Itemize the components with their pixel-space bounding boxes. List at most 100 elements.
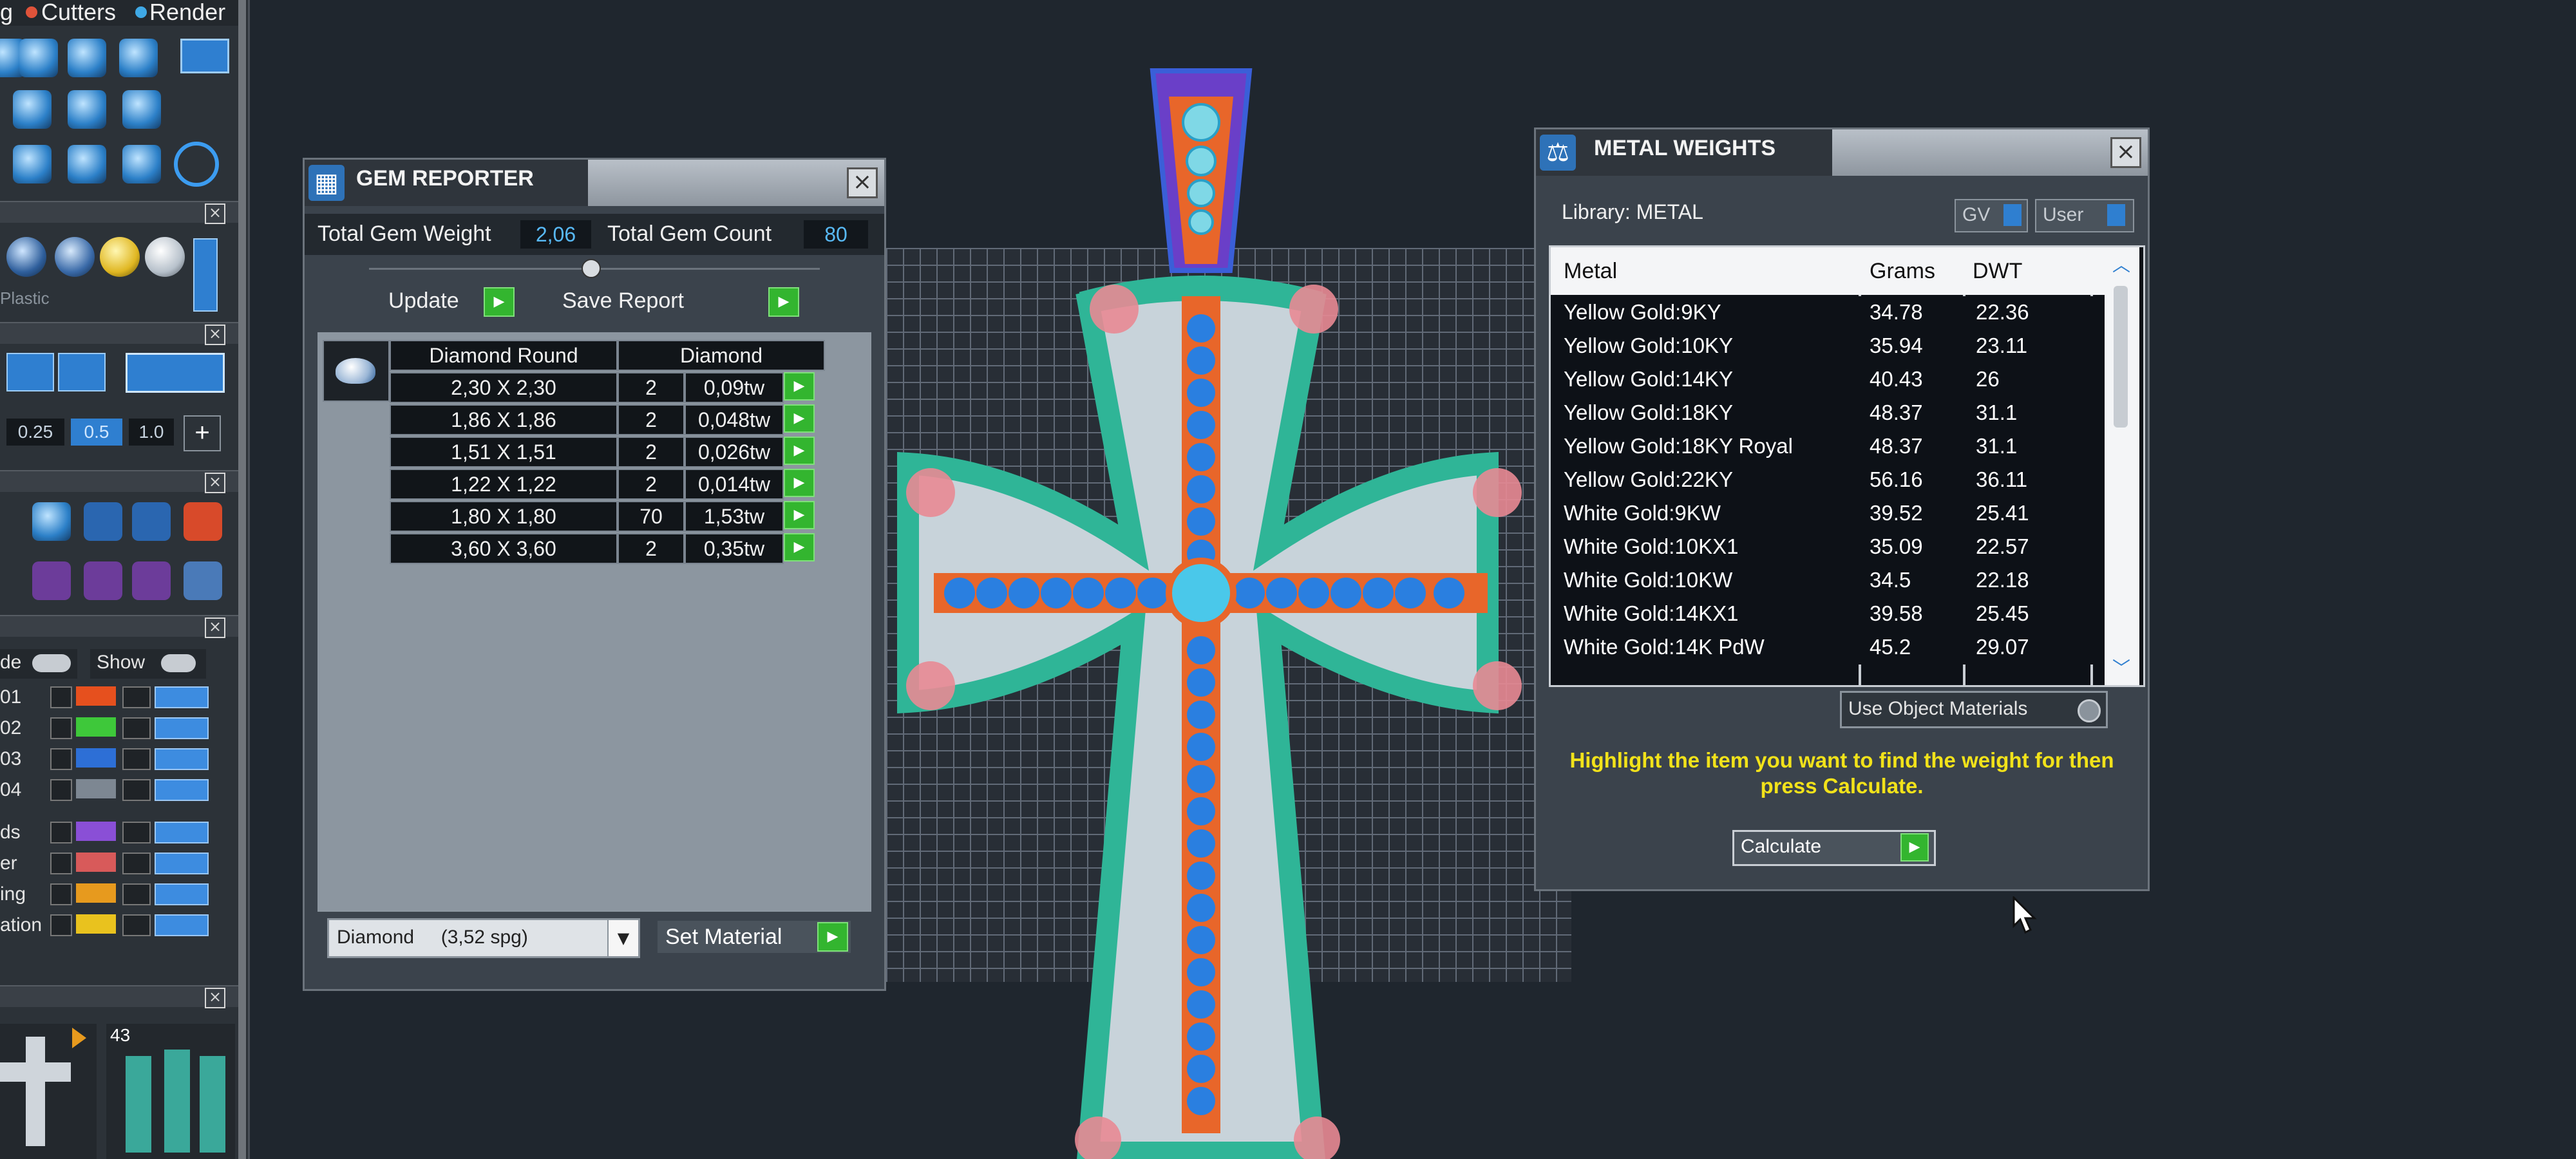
- layer-row[interactable]: er: [0, 850, 213, 876]
- layer-visibility-bar[interactable]: [155, 717, 209, 739]
- material-select[interactable]: Diamond (3,52 spg) ▼: [327, 918, 640, 958]
- stone-tool-icon[interactable]: [32, 561, 71, 600]
- prong-tool-icon[interactable]: [180, 39, 229, 73]
- lock-icon[interactable]: [122, 914, 151, 936]
- lock-icon[interactable]: [122, 822, 151, 843]
- select-gem-button[interactable]: ▶: [784, 404, 815, 433]
- snap-middle-icon[interactable]: [58, 353, 106, 391]
- metal-row[interactable]: Yellow Gold:18KY Royal 48.37 31.1: [1551, 430, 2105, 464]
- chevron-down-icon[interactable]: ﹀: [2112, 654, 2130, 680]
- snap-active-icon[interactable]: [126, 353, 225, 393]
- show-toggle[interactable]: Show: [90, 649, 206, 679]
- bail-tool-icon[interactable]: [68, 39, 106, 77]
- tab-render[interactable]: Render: [149, 0, 225, 26]
- lock-icon[interactable]: [122, 883, 151, 905]
- toolbar-divider[interactable]: [238, 0, 246, 1159]
- layer-row[interactable]: 02: [0, 715, 213, 740]
- gv-button[interactable]: GV: [1955, 199, 2028, 232]
- column-header-dwt[interactable]: DWT: [1973, 259, 2022, 284]
- select-gem-button[interactable]: ▶: [784, 501, 815, 529]
- silver-sphere-icon[interactable]: [145, 237, 185, 277]
- layer-visibility-bar[interactable]: [155, 883, 209, 905]
- close-icon[interactable]: ×: [205, 617, 225, 638]
- metal-row[interactable]: Yellow Gold:9KY 34.78 22.36: [1551, 296, 2105, 330]
- metal-row[interactable]: Yellow Gold:10KY 35.94 23.11: [1551, 330, 2105, 363]
- step-field[interactable]: 1.0: [129, 419, 174, 446]
- metal-row[interactable]: White Gold:14K PdW 45.2 29.07: [1551, 631, 2105, 664]
- splitter-handle-icon[interactable]: [582, 259, 601, 278]
- close-icon[interactable]: ×: [205, 473, 225, 493]
- expand-arrow-icon[interactable]: [50, 822, 72, 843]
- link-tool-icon[interactable]: [13, 145, 52, 184]
- user-button[interactable]: User: [2035, 199, 2134, 232]
- expand-arrow-icon[interactable]: [50, 686, 72, 708]
- update-button[interactable]: ▶: [484, 287, 515, 317]
- set-material-button[interactable]: Set Material ▶: [658, 921, 851, 953]
- expand-arrow-icon[interactable]: [50, 717, 72, 739]
- layer-row[interactable]: 04: [0, 777, 213, 802]
- gem-reporter-title-bar[interactable]: ▦ GEM REPORTER ×: [305, 160, 884, 206]
- layer-row[interactable]: 03: [0, 746, 213, 771]
- lock-icon[interactable]: [122, 748, 151, 770]
- bezel-set-icon[interactable]: [132, 561, 171, 600]
- chevron-up-icon[interactable]: ︿: [2112, 251, 2130, 277]
- metal-row[interactable]: White Gold:10KW 34.5 22.18: [1551, 564, 2105, 598]
- chevron-down-icon[interactable]: ▼: [607, 920, 638, 956]
- metal-table-scrollbar[interactable]: ︿ ﹀: [2105, 247, 2139, 685]
- calculate-button[interactable]: Calculate ▶: [1732, 830, 1936, 866]
- select-gem-button[interactable]: ▶: [784, 533, 815, 561]
- layer-row[interactable]: 01: [0, 684, 213, 710]
- close-icon[interactable]: ×: [205, 203, 225, 224]
- metal-row[interactable]: White Gold:10KX1 35.09 22.57: [1551, 531, 2105, 564]
- cluster-tool-icon[interactable]: [13, 90, 52, 129]
- layer-visibility-bar[interactable]: [155, 822, 209, 843]
- crosshair-icon[interactable]: +: [184, 415, 221, 451]
- expand-arrow-icon[interactable]: [50, 779, 72, 801]
- gem-row[interactable]: 1,51 X 1,51 2 0,026tw ▶: [317, 437, 871, 467]
- array-tool-icon[interactable]: [132, 502, 171, 541]
- expand-arrow-icon[interactable]: [50, 914, 72, 936]
- lock-icon[interactable]: [122, 779, 151, 801]
- layer-visibility-bar[interactable]: [155, 748, 209, 770]
- tab-cutters[interactable]: Cutters: [41, 0, 116, 26]
- layer-visibility-bar[interactable]: [155, 853, 209, 874]
- brush-tool-icon[interactable]: [32, 502, 71, 541]
- flower-tool-icon[interactable]: [122, 90, 161, 129]
- gem-row[interactable]: 1,80 X 1,80 70 1,53tw ▶: [317, 501, 871, 532]
- step-field-selected[interactable]: 0.5: [71, 419, 122, 446]
- save-report-button[interactable]: ▶: [768, 287, 799, 317]
- lock-icon[interactable]: [122, 717, 151, 739]
- use-object-materials-toggle[interactable]: Use Object Materials: [1840, 691, 2108, 728]
- scrollbar-thumb[interactable]: [2114, 286, 2128, 428]
- close-icon[interactable]: ×: [2110, 137, 2141, 168]
- gem-tool-icon[interactable]: [19, 39, 58, 77]
- gold-sphere-icon[interactable]: [100, 237, 140, 277]
- select-gem-button[interactable]: ▶: [784, 437, 815, 465]
- metal-weights-title-bar[interactable]: ⚖ METAL WEIGHTS ×: [1536, 129, 2148, 176]
- layer-visibility-bar[interactable]: [155, 686, 209, 708]
- select-gem-button[interactable]: ▶: [784, 469, 815, 497]
- expand-arrow-icon[interactable]: [50, 853, 72, 874]
- metal-row[interactable]: White Gold:14KX1 39.58 25.45: [1551, 598, 2105, 631]
- frame-tool-icon[interactable]: [68, 145, 106, 184]
- expand-arrow-icon[interactable]: [50, 748, 72, 770]
- transform-tool-icon[interactable]: [184, 502, 222, 541]
- thumbnail-cross-icon[interactable]: [0, 1024, 97, 1159]
- close-icon[interactable]: ×: [205, 988, 225, 1008]
- layer-color-swatch[interactable]: [76, 914, 116, 934]
- select-gem-button[interactable]: ▶: [784, 372, 815, 400]
- layer-row[interactable]: ing: [0, 881, 213, 907]
- layer-color-swatch[interactable]: [76, 686, 116, 706]
- halo-tool-icon[interactable]: [119, 39, 158, 77]
- gem-row[interactable]: 1,86 X 1,86 2 0,048tw ▶: [317, 404, 871, 435]
- gem-row[interactable]: 1,22 X 1,22 2 0,014tw ▶: [317, 469, 871, 500]
- lock-icon[interactable]: [122, 686, 151, 708]
- expand-arrow-icon[interactable]: [50, 883, 72, 905]
- column-header-grams[interactable]: Grams: [1870, 259, 1935, 284]
- layer-color-swatch[interactable]: [76, 748, 116, 768]
- material-scrollbar[interactable]: [193, 238, 218, 312]
- ring-tool-icon[interactable]: [174, 142, 219, 187]
- layer-color-swatch[interactable]: [76, 822, 116, 841]
- material-sphere-icon[interactable]: [6, 237, 46, 277]
- metal-row[interactable]: White Gold:9KW 39.52 25.41: [1551, 497, 2105, 531]
